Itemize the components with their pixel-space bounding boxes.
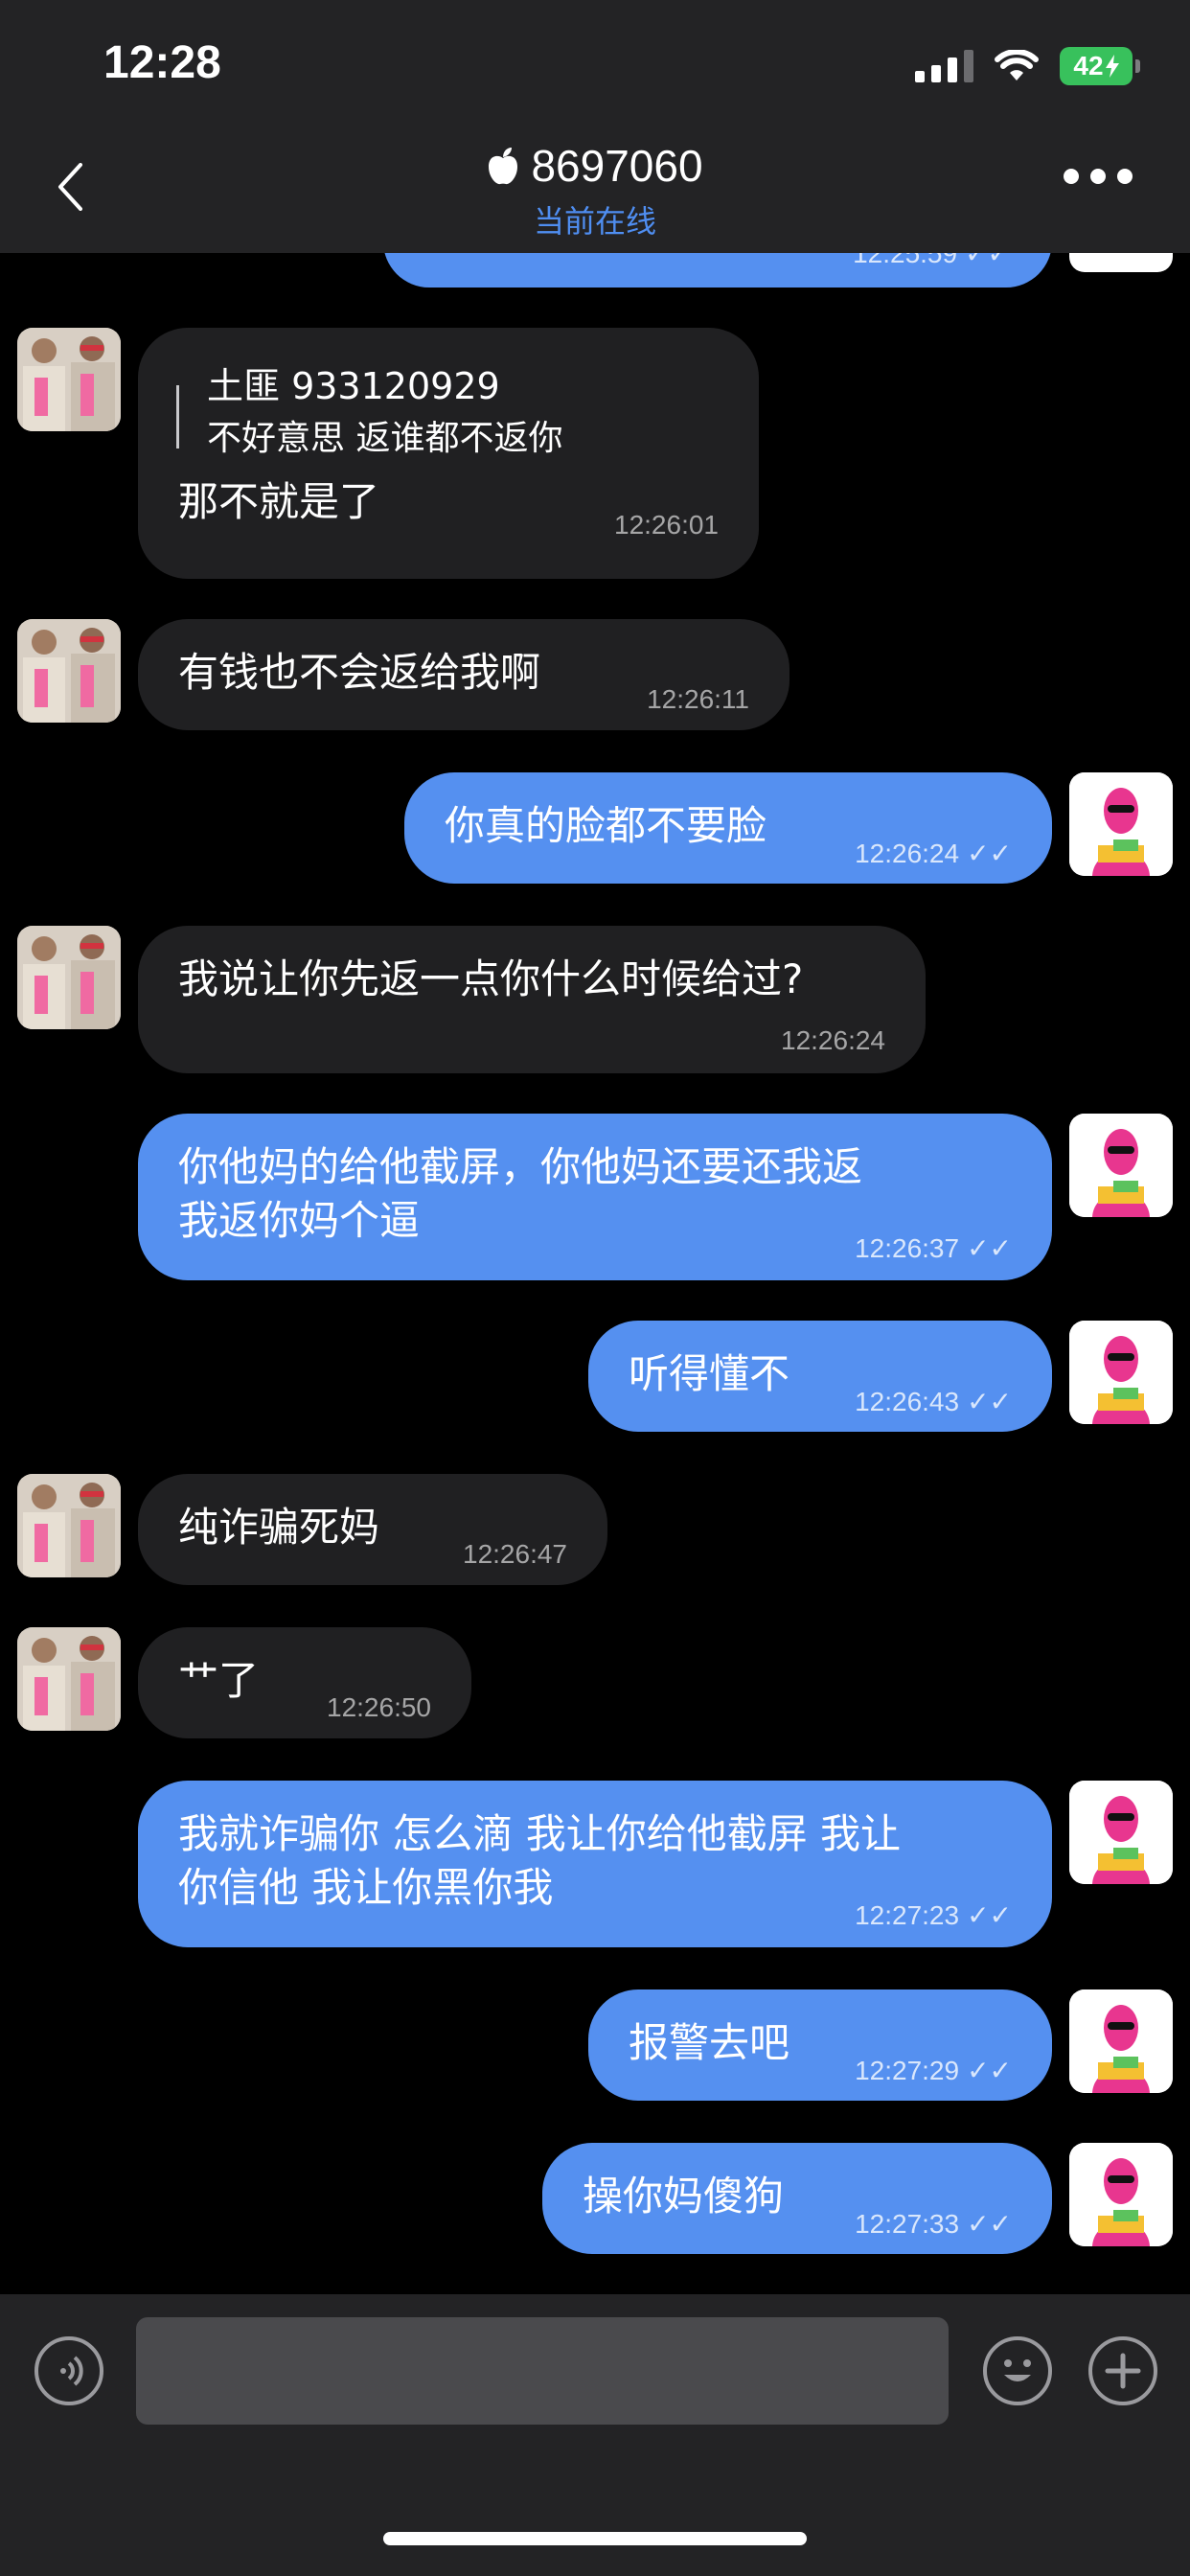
read-check-icon: ✓✓ [967,1900,1012,1930]
contact-avatar[interactable] [17,1627,121,1731]
message-text: 我说让你先返一点你什么时候给过? [178,955,804,1002]
message-text-line: 我就诈骗你 怎么滴 我让你给他截屏 我让 [178,1810,902,1857]
message-text: 艹了 [178,1657,260,1704]
status-icons: 42 [915,42,1140,90]
read-check-icon: ✓✓ [967,2056,1012,2085]
contact-avatar[interactable] [17,926,121,1029]
chat-title: 8697060 [487,140,703,192]
outgoing-message[interactable]: 操你妈傻狗 12:27:33 ✓✓ [542,2143,1052,2254]
message-text: 有钱也不会返给我啊 [178,649,541,696]
message-time: 12:26:47 [463,1539,567,1569]
outgoing-message[interactable]: 你真的脸都不要脸 12:26:24 ✓✓ [404,772,1052,884]
outgoing-message[interactable]: 报警去吧 12:27:29 ✓✓ [588,1990,1052,2101]
outgoing-message[interactable]: 你他妈的给他截屏，你他妈还要还我返 我返你妈个逼 12:26:37 ✓✓ [138,1114,1052,1280]
my-avatar[interactable] [1069,1990,1173,2093]
home-indicator[interactable] [383,2532,807,2545]
message-text: 操你妈傻狗 [583,2173,785,2220]
top-bar: 12:28 42 8697060 当前在线 [0,0,1190,253]
quoted-sender: 土匪 933120929 [207,365,500,407]
more-options-button[interactable] [1064,169,1133,184]
voice-input-button[interactable] [34,2336,103,2405]
message-input[interactable] [136,2317,949,2425]
read-check-icon: ✓✓ [967,1387,1012,1416]
message-text: 那不就是了 [178,478,380,525]
my-avatar[interactable] [1069,1114,1173,1217]
my-avatar[interactable] [1069,772,1173,876]
cellular-signal-icon [915,50,973,82]
message-text: 听得懂不 [629,1350,790,1397]
attach-plus-button[interactable] [1088,2336,1157,2405]
battery-level: 42 [1073,51,1104,80]
message-text-line: 你信他 我让你黑你我 [178,1864,554,1911]
message-time: 12:26:37 ✓✓ [855,1232,1012,1264]
battery-icon: 42 [1060,47,1140,85]
my-avatar[interactable] [1069,1321,1173,1424]
read-check-icon: ✓✓ [967,1233,1012,1263]
my-avatar[interactable] [1069,2143,1173,2246]
message-text-line: 我返你妈个逼 [178,1197,421,1244]
message-time: 12:27:29 ✓✓ [855,2055,1012,2086]
message-time: 12:26:43 ✓✓ [855,1386,1012,1417]
message-time: 12:26:50 [327,1692,431,1722]
message-text: 纯诈骗死妈 [178,1504,380,1551]
outgoing-message[interactable]: 我就诈骗你 怎么滴 我让你给他截屏 我让 你信他 我让你黑你我 12:27:23… [138,1781,1052,1947]
outgoing-message-partial[interactable]: 12:25:59 ✓✓ [383,253,1052,288]
online-status: 当前在线 [533,203,656,240]
message-time: 12:26:24 ✓✓ [855,838,1012,869]
read-check-icon: ✓✓ [967,2209,1012,2239]
incoming-message[interactable]: 土匪 933120929 不好意思 返谁都不返你 那不就是了 12:26:01 [138,328,759,579]
message-list[interactable]: 12:25:59 ✓✓ 土匪 933120929 不好意思 返谁都不返你 那不就是… [0,253,1190,2294]
incoming-message[interactable]: 有钱也不会返给我啊 12:26:11 [138,619,790,730]
incoming-message[interactable]: 艹了 12:26:50 [138,1627,471,1738]
message-time: 12:27:33 ✓✓ [855,2208,1012,2240]
message-time: 12:25:59 ✓✓ [853,253,1010,268]
smiley-icon [1004,2359,1031,2381]
message-time: 12:26:24 [781,1025,885,1055]
contact-avatar[interactable] [17,1474,121,1577]
chat-title-text: 8697060 [531,141,703,191]
read-check-icon: ✓✓ [967,839,1012,868]
message-text: 报警去吧 [629,2019,790,2066]
charging-bolt-icon [1105,55,1119,78]
incoming-message[interactable]: 我说让你先返一点你什么时候给过? 12:26:24 [138,926,926,1073]
my-avatar[interactable] [1069,253,1173,272]
message-time: 12:27:23 ✓✓ [855,1899,1012,1931]
more-dot-icon [1064,169,1079,184]
message-time: 12:26:01 [614,510,719,540]
contact-avatar[interactable] [17,328,121,431]
wifi-icon [995,50,1039,80]
status-time: 12:28 [103,37,221,88]
message-text: 你真的脸都不要脸 [445,802,767,849]
message-time: 12:26:11 [647,684,749,714]
my-avatar[interactable] [1069,1781,1173,1884]
chat-title-area[interactable]: 8697060 当前在线 [0,140,1190,242]
incoming-message[interactable]: 纯诈骗死妈 12:26:47 [138,1474,607,1585]
more-dot-icon [1117,169,1133,184]
apple-icon [489,148,518,185]
plus-icon [1105,2353,1141,2389]
outgoing-message[interactable]: 听得懂不 12:26:43 ✓✓ [588,1321,1052,1432]
message-text-line: 你他妈的给他截屏，你他妈还要还我返 [178,1143,863,1190]
emoji-button[interactable] [983,2336,1052,2405]
more-dot-icon [1090,169,1106,184]
contact-avatar[interactable] [17,619,121,723]
voice-icon [60,2356,83,2386]
quoted-text: 不好意思 返谁都不返你 [207,419,563,458]
